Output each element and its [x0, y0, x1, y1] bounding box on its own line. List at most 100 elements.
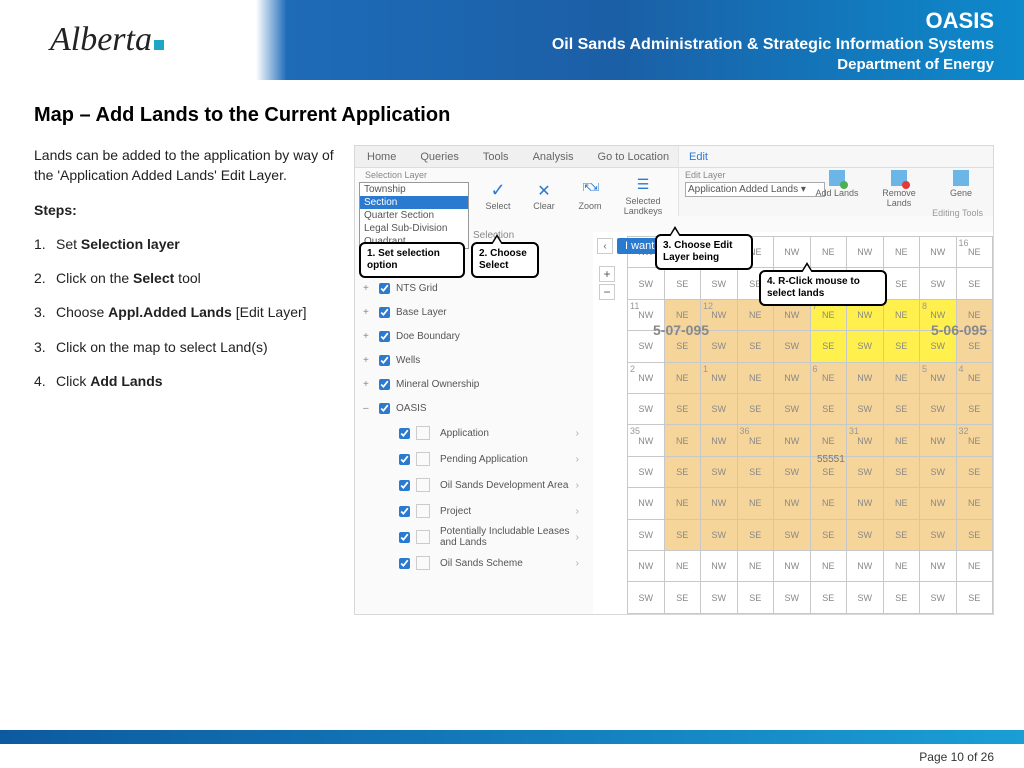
land-cell[interactable]: SW [920, 394, 957, 425]
layer-checkbox[interactable] [379, 379, 390, 390]
select-tool[interactable]: ✓Select [475, 181, 521, 211]
zoom-out-button[interactable]: − [599, 284, 615, 300]
tab-home[interactable]: Home [355, 151, 408, 163]
subtree-row-3[interactable]: Project› [395, 498, 589, 524]
land-cell[interactable]: SE [737, 331, 774, 362]
land-cell[interactable]: SW [628, 456, 665, 487]
land-cell[interactable]: SW [701, 268, 738, 299]
land-cell[interactable]: 5NW [920, 362, 957, 393]
tab-tools[interactable]: Tools [471, 151, 521, 163]
land-cell[interactable]: NE [956, 488, 993, 519]
land-cell[interactable]: NE [737, 551, 774, 582]
land-cell[interactable]: NE [810, 425, 847, 456]
layer-checkbox[interactable] [379, 403, 390, 414]
tab-queries[interactable]: Queries [408, 151, 471, 163]
sublayer-checkbox[interactable] [399, 532, 410, 543]
tree-row-3[interactable]: +Wells [359, 348, 589, 372]
prev-button[interactable]: ‹ [597, 238, 613, 254]
land-cell[interactable]: SW [920, 519, 957, 550]
land-cell[interactable]: SE [956, 394, 993, 425]
land-cell[interactable]: SW [628, 582, 665, 614]
land-cell[interactable]: SW [920, 456, 957, 487]
sublayer-checkbox[interactable] [399, 454, 410, 465]
land-cell[interactable]: NW [920, 551, 957, 582]
land-cell[interactable]: SW [847, 519, 884, 550]
land-cell[interactable]: SW [920, 582, 957, 614]
land-cell[interactable]: SE [883, 331, 920, 362]
land-cell[interactable]: SW [774, 456, 811, 487]
tree-row-4[interactable]: +Mineral Ownership [359, 372, 589, 396]
land-cell[interactable]: SE [956, 268, 993, 299]
land-cell[interactable]: SE [883, 582, 920, 614]
land-cell[interactable]: SE [810, 331, 847, 362]
land-cell[interactable]: NE [810, 488, 847, 519]
land-cell[interactable]: NE [883, 551, 920, 582]
subtree-row-5[interactable]: Oil Sands Scheme› [395, 550, 589, 576]
layer-checkbox[interactable] [379, 331, 390, 342]
land-cell[interactable]: SE [664, 519, 701, 550]
land-cell[interactable]: NE [737, 362, 774, 393]
landkeys-tool[interactable]: ☰Selected Landkeys [613, 176, 673, 216]
land-cell[interactable]: NW [920, 237, 957, 268]
tab-edit[interactable]: Edit [679, 151, 718, 163]
land-cell[interactable]: SE [956, 519, 993, 550]
land-cell[interactable]: NE [810, 551, 847, 582]
land-cell[interactable]: NE [883, 425, 920, 456]
remove-lands-button[interactable]: Remove Lands [871, 170, 927, 208]
land-cell[interactable]: SE [810, 394, 847, 425]
land-cell[interactable]: SE [664, 394, 701, 425]
land-cell[interactable]: SW [774, 331, 811, 362]
land-cell[interactable]: SE [810, 519, 847, 550]
clear-tool[interactable]: ✕Clear [521, 181, 567, 211]
land-cell[interactable]: 36NE [737, 425, 774, 456]
land-cell[interactable]: NE [883, 299, 920, 330]
opt-township[interactable]: Township [360, 183, 468, 196]
land-cell[interactable]: NE [664, 362, 701, 393]
sublayer-checkbox[interactable] [399, 558, 410, 569]
land-cell[interactable]: NW [847, 488, 884, 519]
land-cell[interactable]: SE [810, 582, 847, 614]
land-cell[interactable]: SW [774, 582, 811, 614]
tree-row-5[interactable]: –OASIS [359, 396, 589, 420]
subtree-row-0[interactable]: Application› [395, 420, 589, 446]
land-cell[interactable]: NW [774, 488, 811, 519]
land-cell[interactable]: 6NE [810, 362, 847, 393]
land-cell[interactable]: SE [664, 582, 701, 614]
land-cell[interactable]: SW [628, 519, 665, 550]
selection-layer-dropdown[interactable]: Township Section Quarter Section Legal S… [359, 182, 469, 249]
land-cell[interactable]: NE [883, 237, 920, 268]
land-cell[interactable]: NE [956, 551, 993, 582]
land-cell[interactable]: NW [847, 237, 884, 268]
land-cell[interactable]: SW [628, 394, 665, 425]
land-cell[interactable]: 35NW [628, 425, 665, 456]
land-cell[interactable]: SW [701, 582, 738, 614]
opt-lsd[interactable]: Legal Sub-Division [360, 222, 468, 235]
land-cell[interactable]: NW [774, 551, 811, 582]
land-cell[interactable]: NW [628, 551, 665, 582]
subtree-row-2[interactable]: Oil Sands Development Area› [395, 472, 589, 498]
land-cell[interactable]: NE [664, 488, 701, 519]
land-cell[interactable]: NW [701, 425, 738, 456]
land-cell[interactable]: SE [883, 519, 920, 550]
land-cell[interactable]: 1NW [701, 362, 738, 393]
land-cell[interactable]: 32NE [956, 425, 993, 456]
land-cell[interactable]: SW [774, 394, 811, 425]
land-cell[interactable]: SW [701, 519, 738, 550]
land-cell[interactable]: NW [920, 488, 957, 519]
land-cell[interactable]: NW [847, 551, 884, 582]
subtree-row-1[interactable]: Pending Application› [395, 446, 589, 472]
tab-analysis[interactable]: Analysis [521, 151, 586, 163]
layer-checkbox[interactable] [379, 307, 390, 318]
tree-row-1[interactable]: +Base Layer [359, 300, 589, 324]
zoom-in-button[interactable]: + [599, 266, 615, 282]
land-cell[interactable]: SW [847, 456, 884, 487]
land-cell[interactable]: 31NW [847, 425, 884, 456]
land-cell[interactable]: 4NE [956, 362, 993, 393]
land-cell[interactable]: NW [847, 362, 884, 393]
land-cell[interactable]: SW [628, 268, 665, 299]
land-cell[interactable]: 16NE [956, 237, 993, 268]
land-cell[interactable]: NE [664, 551, 701, 582]
land-cell[interactable]: SW [920, 268, 957, 299]
sublayer-checkbox[interactable] [399, 506, 410, 517]
zoom-tool[interactable]: ⇱⇲Zoom [567, 181, 613, 211]
